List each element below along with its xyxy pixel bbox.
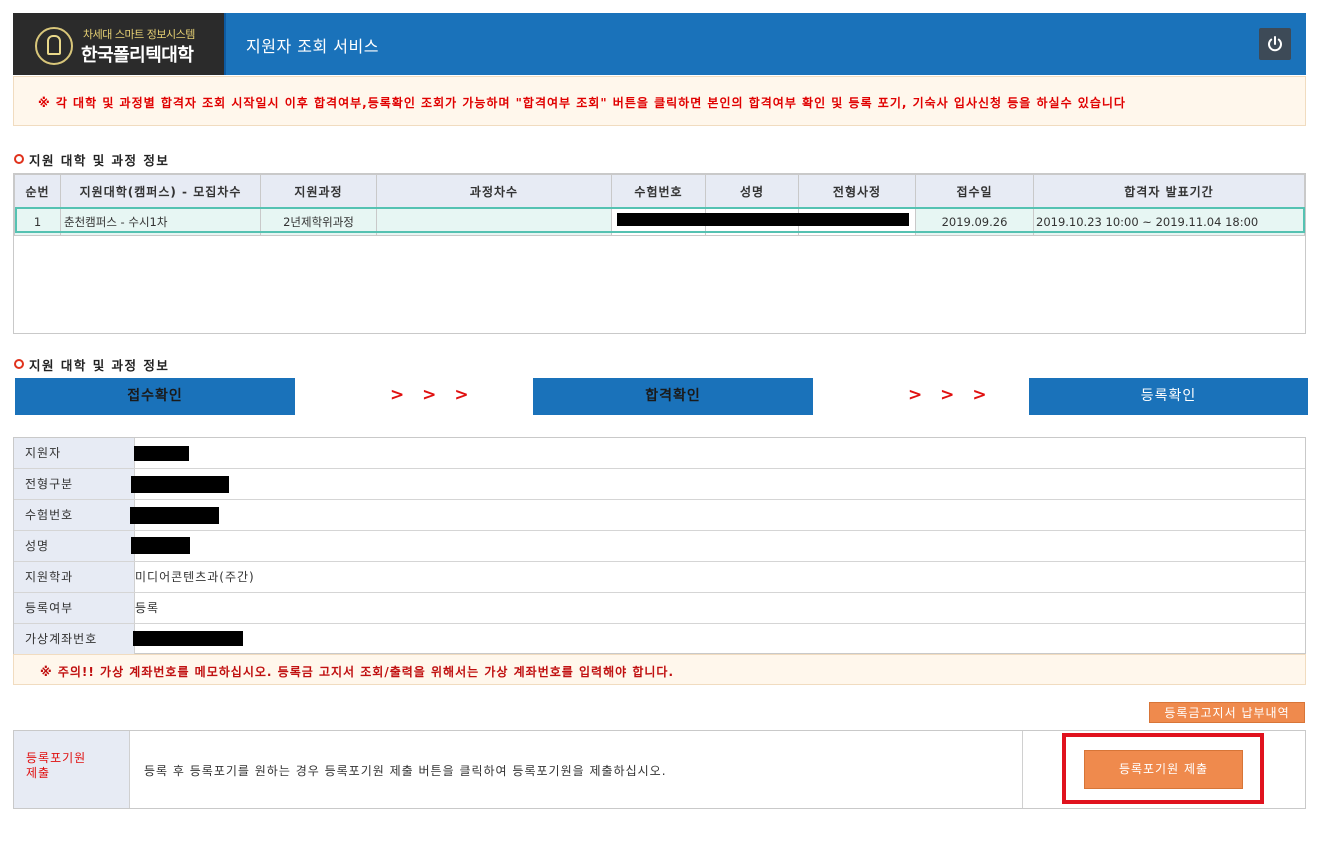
redacted-block xyxy=(617,213,909,226)
section-title-progress: 지원 대학 및 과정 정보 xyxy=(14,355,169,374)
application-table: 순번 지원대학(캠퍼스) - 모집차수 지원과정 과정차수 수험번호 성명 전형… xyxy=(13,173,1306,334)
redacted-block xyxy=(133,631,243,646)
info-label: 가상계좌번호 xyxy=(14,624,135,654)
cell-campus: 춘천캠퍼스 - 수시1차 xyxy=(60,208,261,236)
cell-course: 2년제학위과정 xyxy=(260,208,377,236)
info-row-screening-type: 전형구분 xyxy=(14,469,1305,500)
power-icon xyxy=(1268,36,1282,52)
column-header: 지원과정 xyxy=(260,174,377,209)
redacted-block xyxy=(131,476,229,493)
step-pass-confirm[interactable]: 합격확인 xyxy=(533,378,813,415)
application-grid: 순번 지원대학(캠퍼스) - 모집차수 지원과정 과정차수 수험번호 성명 전형… xyxy=(14,174,1305,236)
info-label: 전형구분 xyxy=(14,469,135,499)
info-row-registration-status: 등록여부 등록 xyxy=(14,593,1305,624)
info-row-exam-number: 수험번호 xyxy=(14,500,1305,531)
logout-button[interactable] xyxy=(1259,28,1291,60)
info-label: 지원자 xyxy=(14,438,135,468)
section-title-text: 지원 대학 및 과정 정보 xyxy=(29,358,170,373)
giveup-label-line2: 제출 xyxy=(26,766,51,780)
info-row-department: 지원학과 미디어콘텐츠과(주간) xyxy=(14,562,1305,593)
cell-announce: 2019.10.23 10:00 ~ 2019.11.04 18:00 xyxy=(1033,208,1305,236)
cell-no: 1 xyxy=(14,208,61,236)
info-label: 지원학과 xyxy=(14,562,135,592)
logo[interactable]: 차세대 스마트 정보시스템 한국폴리텍대학 xyxy=(13,13,226,75)
giveup-label-line1: 등록포기원 xyxy=(26,751,87,765)
redacted-block xyxy=(131,537,190,554)
giveup-label: 등록포기원 제출 xyxy=(14,731,130,808)
column-header: 수험번호 xyxy=(611,174,706,209)
tuition-invoice-button[interactable]: 등록금고지서 납부내역 xyxy=(1149,702,1305,723)
info-value: 미디어콘텐츠과(주간) xyxy=(135,570,255,584)
cell-date: 2019.09.26 xyxy=(915,208,1034,236)
logo-emblem-icon xyxy=(35,27,73,65)
page-title: 지원자 조회 서비스 xyxy=(246,37,379,56)
warning-banner: ※ 주의!! 가상 계좌번호를 메모하십시오. 등록금 고지서 조회/출력을 위… xyxy=(13,654,1306,685)
step-arrows: > > > xyxy=(908,385,993,405)
notice-banner: ※ 각 대학 및 과정별 합격자 조회 시작일시 이후 합격여부,등록확인 조회… xyxy=(13,76,1306,126)
app-header: 차세대 스마트 정보시스템 한국폴리텍대학 지원자 조회 서비스 xyxy=(13,13,1306,75)
divider xyxy=(1022,731,1023,808)
info-row-applicant: 지원자 xyxy=(14,438,1305,469)
column-header: 지원대학(캠퍼스) - 모집차수 xyxy=(60,174,261,209)
warning-text: ※ 주의!! 가상 계좌번호를 메모하십시오. 등록금 고지서 조회/출력을 위… xyxy=(40,665,675,679)
column-header: 전형사정 xyxy=(798,174,916,209)
bullet-icon xyxy=(14,359,24,369)
column-header: 합격자 발표기간 xyxy=(1033,174,1305,209)
step-receipt-confirm[interactable]: 접수확인 xyxy=(15,378,295,415)
applicant-info-table: 지원자 전형구분 수험번호 성명 지원학과 미디어콘텐츠과(주간) 등록여부 등… xyxy=(13,437,1306,654)
cell-round xyxy=(376,208,612,236)
section-title-application: 지원 대학 및 과정 정보 xyxy=(14,150,169,169)
step-registration-confirm[interactable]: 등록확인 xyxy=(1029,378,1308,415)
bullet-icon xyxy=(14,154,24,164)
column-header: 접수일 xyxy=(915,174,1034,209)
logo-title: 한국폴리텍대학 xyxy=(81,45,194,66)
redacted-block xyxy=(134,446,189,461)
step-arrows: > > > xyxy=(390,385,475,405)
info-label: 성명 xyxy=(14,531,135,561)
info-row-name: 성명 xyxy=(14,531,1305,562)
section-title-text: 지원 대학 및 과정 정보 xyxy=(29,153,170,168)
info-label: 수험번호 xyxy=(14,500,135,530)
info-value: 등록 xyxy=(135,601,160,615)
info-row-virtual-account: 가상계좌번호 xyxy=(14,624,1305,655)
giveup-description: 등록 후 등록포기를 원하는 경우 등록포기원 제출 버튼을 클릭하여 등록포기… xyxy=(144,764,667,778)
logo-subtitle: 차세대 스마트 정보시스템 xyxy=(83,28,195,41)
column-header: 성명 xyxy=(705,174,799,209)
column-header: 순번 xyxy=(14,174,61,209)
redacted-block xyxy=(130,507,219,524)
notice-text: ※ 각 대학 및 과정별 합격자 조회 시작일시 이후 합격여부,등록확인 조회… xyxy=(38,96,1126,110)
column-header: 과정차수 xyxy=(376,174,612,209)
submit-giveup-button[interactable]: 등록포기원 제출 xyxy=(1084,750,1243,789)
info-label: 등록여부 xyxy=(14,593,135,623)
